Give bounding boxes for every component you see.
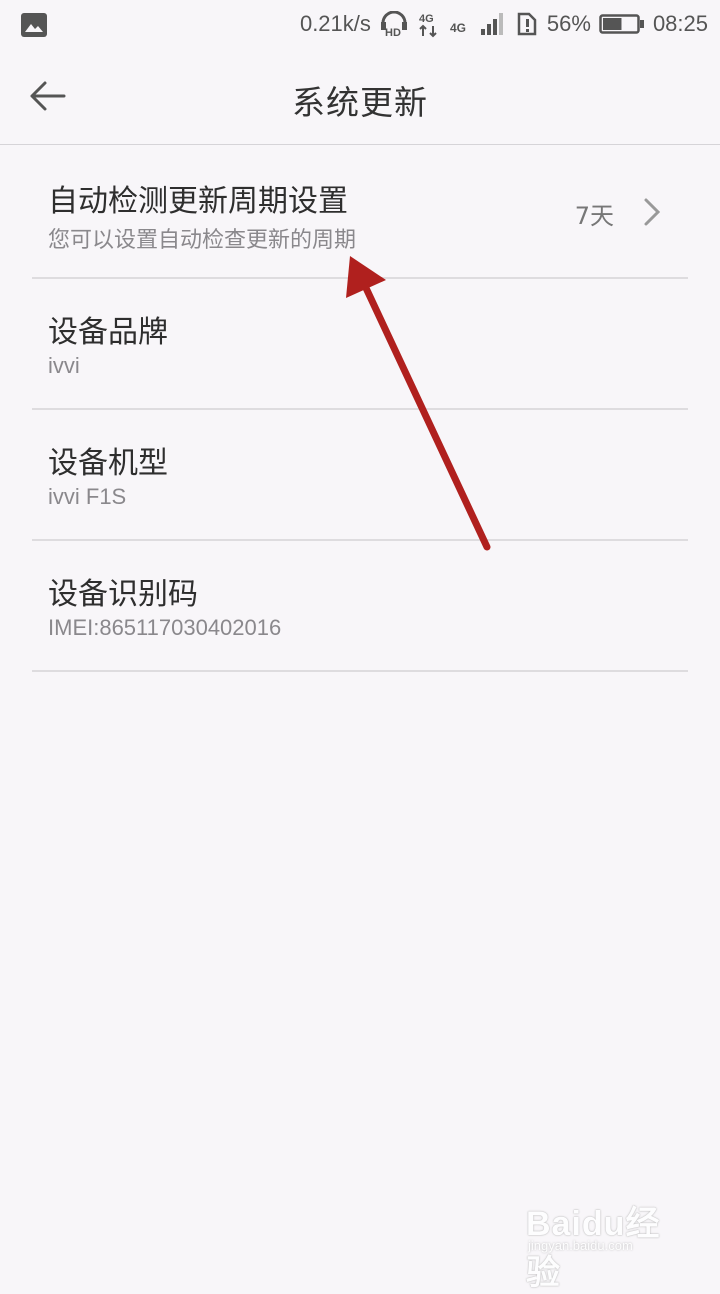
baidu-watermark: Baidu经验 jingyan.baidu.com	[524, 1194, 684, 1292]
item-subtitle: ivvi	[48, 353, 80, 378]
chevron-right-icon	[640, 196, 664, 228]
page-title: 系统更新	[292, 83, 428, 122]
item-title: 设备品牌	[48, 315, 168, 350]
svg-text:HD: HD	[385, 27, 401, 37]
hd-voice-icon: HD	[379, 11, 409, 37]
item-subtitle: 您可以设置自动检查更新的周期	[48, 227, 357, 252]
header-divider	[0, 144, 720, 145]
status-bar: 0.21k/s HD 4G 4G 56% 08:25	[0, 0, 720, 50]
image-icon	[20, 12, 48, 38]
item-subtitle: ivvi F1S	[48, 484, 127, 509]
item-value: 7天	[574, 202, 614, 230]
network-speed: 0.21k/s	[299, 11, 371, 36]
sim-alert-icon	[515, 11, 539, 37]
auto-update-period-item[interactable]: 自动检测更新周期设置 您可以设置自动检查更新的周期 7天	[32, 148, 688, 279]
4g-label-icon: 4G	[449, 12, 471, 36]
battery-icon	[599, 12, 645, 36]
item-title: 设备机型	[48, 446, 168, 481]
item-title: 自动检测更新周期设置	[48, 184, 348, 219]
status-right: 0.21k/s HD 4G 4G 56% 08:25	[300, 10, 708, 38]
item-title: 设备识别码	[48, 577, 198, 612]
status-left	[20, 12, 48, 44]
device-brand-item: 设备品牌 ivvi	[32, 279, 688, 410]
watermark-sub: jingyan.baidu.com	[528, 1238, 633, 1253]
clock: 08:25	[652, 11, 708, 36]
4g-data-icon: 4G	[417, 10, 441, 38]
svg-text:4G: 4G	[419, 13, 434, 25]
settings-list: 自动检测更新周期设置 您可以设置自动检查更新的周期 7天 设备品牌 ivvi 设…	[32, 148, 688, 672]
svg-text:4G: 4G	[450, 21, 466, 35]
signal-strength-icon	[479, 11, 507, 37]
item-subtitle: IMEI:865117030402016	[48, 615, 282, 640]
device-id-item: 设备识别码 IMEI:865117030402016	[32, 541, 688, 672]
battery-percent: 56%	[546, 11, 591, 36]
app-bar: 系统更新	[0, 50, 720, 144]
device-model-item: 设备机型 ivvi F1S	[32, 410, 688, 541]
